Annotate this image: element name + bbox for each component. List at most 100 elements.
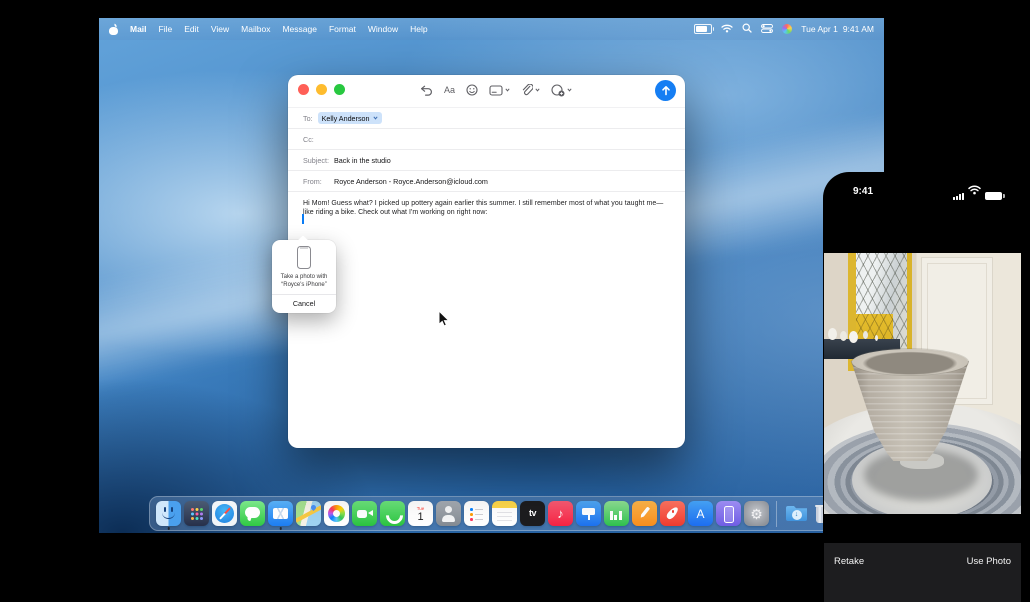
cc-label: Cc: bbox=[303, 135, 314, 144]
dock-icon-contacts[interactable] bbox=[436, 501, 461, 526]
messages-app-icon bbox=[240, 501, 265, 526]
dock-icon-downloads[interactable]: ↓ bbox=[784, 501, 809, 526]
compose-fields: To: Kelly Anderson Cc: Subject: Back in … bbox=[288, 107, 685, 192]
recipient-pill[interactable]: Kelly Anderson bbox=[318, 112, 382, 124]
menu-item-view[interactable]: View bbox=[211, 24, 229, 34]
dock-icon-messages[interactable] bbox=[240, 501, 265, 526]
recipient-name: Kelly Anderson bbox=[322, 114, 370, 123]
menu-item-mail[interactable]: Mail bbox=[130, 24, 147, 34]
battery-icon[interactable] bbox=[694, 24, 712, 34]
dock-icon-maps[interactable] bbox=[296, 501, 321, 526]
menu-item-message[interactable]: Message bbox=[282, 24, 317, 34]
menu-clock[interactable]: Tue Apr 1 9:41 AM bbox=[801, 24, 874, 34]
window-titlebar[interactable]: Aa bbox=[288, 75, 685, 104]
from-field[interactable]: From: Royce Anderson - Royce.Anderson@ic… bbox=[288, 171, 685, 192]
menu-left: Mail File Edit View Mailbox Message Format Wind… bbox=[109, 24, 428, 35]
attach-file-button[interactable] bbox=[521, 84, 540, 97]
popover-cancel-button[interactable]: Cancel bbox=[272, 295, 336, 313]
to-field[interactable]: To: Kelly Anderson bbox=[288, 107, 685, 129]
wifi-icon[interactable] bbox=[721, 24, 733, 35]
retake-button[interactable]: Retake bbox=[834, 556, 864, 602]
maps-app-icon bbox=[296, 501, 321, 526]
menu-item-edit[interactable]: Edit bbox=[184, 24, 199, 34]
spotlight-search-icon[interactable] bbox=[742, 23, 752, 35]
dock-icon-rocket[interactable] bbox=[660, 501, 685, 526]
facetime-app-icon bbox=[352, 501, 377, 526]
menu-item-window[interactable]: Window bbox=[368, 24, 398, 34]
dock-icon-numbers[interactable] bbox=[604, 501, 629, 526]
dock-icon-safari[interactable] bbox=[212, 501, 237, 526]
dock-icon-finder[interactable] bbox=[156, 501, 181, 526]
menu-time: 9:41 AM bbox=[843, 24, 874, 34]
dock-icon-reminders[interactable] bbox=[464, 501, 489, 526]
popover-message-line2: “Royce's iPhone” bbox=[275, 281, 333, 289]
use-photo-button[interactable]: Use Photo bbox=[967, 556, 1011, 602]
numbers-app-icon bbox=[604, 501, 629, 526]
iphone-status-bar: 9:41 bbox=[823, 182, 1022, 200]
from-value: Royce Anderson - Royce.Anderson@icloud.c… bbox=[334, 177, 488, 186]
minimize-button[interactable] bbox=[316, 84, 327, 95]
traffic-lights bbox=[298, 84, 345, 95]
subject-label: Subject: bbox=[303, 156, 329, 165]
dock-icon-appstore[interactable]: A bbox=[688, 501, 713, 526]
dock-icon-phone[interactable] bbox=[380, 501, 405, 526]
emoji-button[interactable] bbox=[466, 84, 478, 96]
photo-clay-pot bbox=[846, 349, 974, 461]
close-button[interactable] bbox=[298, 84, 309, 95]
compose-toolbar: Aa bbox=[420, 80, 572, 100]
dock-icon-launchpad[interactable] bbox=[184, 501, 209, 526]
menu-item-help[interactable]: Help bbox=[410, 24, 427, 34]
dock-icon-tv[interactable]: tv bbox=[520, 501, 545, 526]
format-button[interactable]: Aa bbox=[444, 85, 455, 95]
running-indicator bbox=[167, 527, 170, 530]
menu-item-mailbox[interactable]: Mailbox bbox=[241, 24, 270, 34]
cellular-signal-icon bbox=[953, 193, 964, 201]
iphone-status-icons bbox=[953, 182, 1002, 200]
apple-menu-icon[interactable] bbox=[109, 24, 118, 35]
dock-icon-photos[interactable] bbox=[324, 501, 349, 526]
music-app-icon: ♪ bbox=[548, 501, 573, 526]
captured-photo-preview bbox=[824, 253, 1021, 514]
downloads-app-icon: ↓ bbox=[784, 501, 809, 526]
dock-icon-music[interactable]: ♪ bbox=[548, 501, 573, 526]
continuity-camera-popover: Take a photo with “Royce's iPhone” Cance… bbox=[272, 240, 336, 313]
phone-app-icon bbox=[380, 501, 405, 526]
cc-field[interactable]: Cc: bbox=[288, 129, 685, 150]
undo-button[interactable] bbox=[420, 85, 433, 96]
dock-icon-keynote[interactable] bbox=[576, 501, 601, 526]
keynote-app-icon bbox=[576, 501, 601, 526]
photo-pot-rim bbox=[852, 349, 968, 375]
finder-app-icon bbox=[156, 501, 181, 526]
iphone-camera-overlay: 9:41 Retake Use Photo bbox=[823, 172, 1022, 602]
dock-icon-settings[interactable]: ⚙ bbox=[744, 501, 769, 526]
menu-item-file[interactable]: File bbox=[159, 24, 173, 34]
text-insertion-caret bbox=[302, 214, 304, 224]
format-button-label: Aa bbox=[444, 85, 455, 95]
from-label: From: bbox=[303, 177, 329, 186]
photos-app-icon bbox=[324, 501, 349, 526]
insert-photo-button[interactable] bbox=[551, 84, 572, 97]
popover-message-line1: Take a photo with bbox=[275, 273, 333, 281]
rocket-app-icon bbox=[660, 501, 685, 526]
iphone-wifi-icon bbox=[968, 182, 981, 200]
zoom-button[interactable] bbox=[334, 84, 345, 95]
dock-icon-pages[interactable] bbox=[632, 501, 657, 526]
control-center-icon[interactable] bbox=[761, 24, 773, 35]
send-button[interactable] bbox=[655, 80, 676, 101]
dock-icon-iphone-mirroring[interactable] bbox=[716, 501, 741, 526]
dock-icon-calendar[interactable]: Tue1 bbox=[408, 501, 433, 526]
menu-item-format[interactable]: Format bbox=[329, 24, 356, 34]
pages-app-icon bbox=[632, 501, 657, 526]
subject-value: Back in the studio bbox=[334, 156, 391, 165]
dock-icon-facetime[interactable] bbox=[352, 501, 377, 526]
subject-field[interactable]: Subject: Back in the studio bbox=[288, 150, 685, 171]
header-fields-button[interactable] bbox=[489, 85, 510, 96]
menu-extra-colored-icon[interactable] bbox=[782, 24, 792, 34]
dock-icon-mail[interactable] bbox=[268, 501, 293, 526]
dock-icon-notes[interactable] bbox=[492, 501, 517, 526]
dock-divider bbox=[776, 501, 777, 527]
message-body[interactable]: Hi Mom! Guess what? I picked up pottery … bbox=[288, 192, 685, 217]
mail-app-icon bbox=[268, 501, 293, 526]
iphone-mirroring-app-icon bbox=[716, 501, 741, 526]
safari-app-icon bbox=[212, 501, 237, 526]
